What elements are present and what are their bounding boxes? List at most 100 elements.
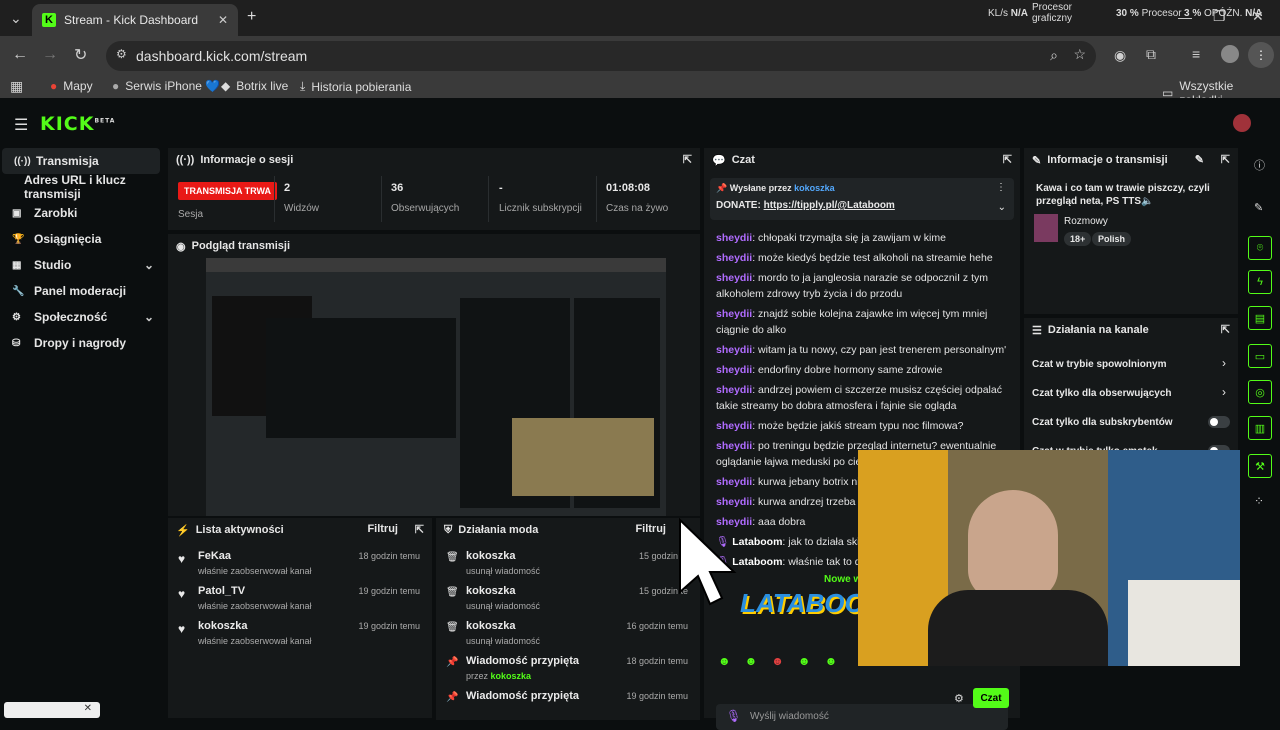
chat-input[interactable]: 🎙 Wyślij wiadomość: [716, 704, 1008, 730]
pencil-icon[interactable]: ✎: [1254, 201, 1263, 214]
toggle-switch[interactable]: [1208, 416, 1230, 428]
mod-action-title: kokoszka: [466, 550, 516, 562]
stream-preview-video[interactable]: [206, 258, 666, 516]
popout-icon[interactable]: ⇱: [415, 523, 424, 536]
mod-action-by[interactable]: kokoszka: [491, 671, 532, 681]
new-tab-icon[interactable]: +: [247, 8, 256, 26]
shield-icon: ⛨: [444, 523, 453, 536]
sidebar-item-2[interactable]: ▣ Zarobki: [0, 200, 166, 226]
profile-avatar[interactable]: [1221, 45, 1239, 63]
taskbar-thumbnail[interactable]: ✕: [4, 702, 100, 718]
maximize-icon[interactable]: ❐: [1213, 8, 1226, 25]
chat-username[interactable]: sheydii: [716, 308, 752, 320]
unpin-icon[interactable]: ⋮: [996, 182, 1006, 193]
close-icon[interactable]: ✕: [84, 703, 92, 714]
popout-icon[interactable]: ⇱: [1221, 153, 1230, 166]
pinned-message[interactable]: 📌 Wysłane przez kokoszka DONATE: https:/…: [710, 178, 1014, 220]
quick-action-doc-icon[interactable]: ▤: [1248, 306, 1272, 330]
chevron-down-icon[interactable]: ⌄: [998, 202, 1006, 213]
chat-username[interactable]: sheydii: [716, 232, 752, 244]
add-widget-icon[interactable]: ⁘: [1254, 494, 1264, 508]
chevron-down-icon[interactable]: ⌄: [144, 310, 154, 324]
extensions-puzzle-icon[interactable]: ⧉: [1146, 46, 1156, 63]
sidebar-item-0[interactable]: ((·)) Transmisja: [2, 148, 160, 174]
activity-user[interactable]: Patol_TV: [198, 585, 245, 597]
chevron-right-icon[interactable]: ›: [1222, 385, 1226, 399]
kick-logo[interactable]: KICKBETA: [40, 113, 115, 135]
mod-action-time: 16 godzin temu: [626, 621, 688, 631]
chat-username[interactable]: sheydii: [716, 496, 752, 508]
window-close-icon[interactable]: ✕: [1252, 8, 1264, 25]
chat-username[interactable]: sheydii: [716, 440, 752, 452]
pinned-link[interactable]: https://tipply.pl/@Lataboom: [764, 200, 895, 211]
info-icon[interactable]: ⓘ: [1254, 157, 1265, 173]
channel-action-row[interactable]: Czat tylko dla obserwujących ›: [1032, 385, 1230, 405]
zoom-icon[interactable]: ⌕: [1050, 47, 1058, 64]
channel-action-row[interactable]: Czat tylko dla subskrybentów: [1032, 414, 1230, 434]
quick-action-camera-icon[interactable]: ⌾: [1248, 236, 1272, 260]
sys-cpu: 30 % Procesor: [1116, 8, 1182, 19]
emote-icon[interactable]: ☻: [745, 654, 758, 676]
edit-icon[interactable]: ✎: [1195, 153, 1204, 166]
stream-info-panel: ✎ Informacje o transmisji ✎ ⇱ Kawa i co tam…: [1024, 148, 1238, 314]
sidebar-item-4[interactable]: ▦ Studio ⌄: [0, 252, 166, 278]
browser-tab[interactable]: K Stream - Kick Dashboard ✕: [32, 4, 238, 36]
chat-settings-icon[interactable]: ⚙: [954, 692, 964, 705]
browser-menu-icon[interactable]: ⋮: [1248, 42, 1274, 68]
emote-icon[interactable]: ☻: [798, 654, 811, 676]
activity-filter-button[interactable]: Filtruj: [367, 523, 398, 535]
chat-username[interactable]: sheydii: [716, 364, 752, 376]
forward-icon[interactable]: →: [42, 46, 58, 64]
chevron-right-icon[interactable]: ›: [1222, 356, 1226, 370]
emote-icon[interactable]: ☻: [771, 654, 784, 676]
popout-icon[interactable]: ⇱: [1221, 323, 1230, 336]
chat-username[interactable]: sheydii: [716, 384, 752, 396]
activity-desc: właśnie zaobserwował kanał: [198, 566, 312, 576]
quick-action-wrench-icon[interactable]: ⚒: [1248, 454, 1272, 478]
apps-grid-icon[interactable]: ▦: [10, 78, 23, 95]
chat-username[interactable]: sheydii: [716, 272, 752, 284]
reload-icon[interactable]: ↻: [74, 45, 87, 65]
quick-action-lightning-icon[interactable]: ϟ: [1248, 270, 1272, 294]
bookmark-mapy[interactable]: ● Mapy: [50, 79, 93, 93]
sidebar-item-1[interactable]: Adres URL i klucz transmisji: [0, 173, 166, 201]
site-info-icon[interactable]: ⚙: [116, 47, 127, 61]
popout-icon[interactable]: ⇱: [683, 153, 692, 166]
send-chat-button[interactable]: Czat: [973, 688, 1009, 708]
sidebar-item-3[interactable]: 🏆 Osiągnięcia: [0, 226, 166, 252]
bookmark-botrix[interactable]: ◆ Botrix live: [221, 79, 288, 93]
extension-ext-icon[interactable]: ◉: [1114, 47, 1126, 64]
new-messages-indicator[interactable]: Nowe w: [824, 574, 861, 585]
media-icon[interactable]: ≡: [1192, 46, 1200, 62]
channel-action-row[interactable]: Czat w trybie spowolnionym ›: [1032, 356, 1230, 376]
address-bar[interactable]: ⚙ dashboard.kick.com/stream ⌕ ☆: [106, 41, 1096, 71]
user-avatar[interactable]: [1233, 114, 1251, 132]
quick-action-broadcast-icon[interactable]: ◎: [1248, 380, 1272, 404]
chevron-down-icon[interactable]: ⌄: [144, 258, 154, 272]
bookmark-star-icon[interactable]: ☆: [1073, 46, 1086, 63]
chat-username[interactable]: sheydii: [716, 344, 752, 356]
minimize-icon[interactable]: —: [1178, 9, 1192, 25]
quick-action-list-icon[interactable]: ▥: [1248, 416, 1272, 440]
activity-user[interactable]: FeKaa: [198, 550, 231, 562]
sidebar-item-7[interactable]: ⛁ Dropy i nagrody: [0, 330, 166, 356]
back-icon[interactable]: ←: [12, 46, 28, 64]
chat-username[interactable]: sheydii: [716, 420, 752, 432]
mod-action-desc: przez: [466, 671, 489, 681]
mod-filter-button[interactable]: Filtruj: [635, 523, 666, 535]
popout-icon[interactable]: ⇱: [1003, 153, 1012, 166]
chat-username[interactable]: sheydii: [716, 476, 752, 488]
sidebar-item-6[interactable]: ⚙ Społeczność ⌄: [0, 304, 166, 330]
category-thumbnail: [1034, 214, 1058, 242]
bookmark-serwis-iphone[interactable]: ● Serwis iPhone 💙: [112, 79, 220, 93]
bookmark-historia[interactable]: ⤓ Historia pobierania: [300, 79, 411, 94]
hamburger-menu-icon[interactable]: ☰: [14, 115, 28, 135]
emote-icon[interactable]: ☻: [718, 654, 731, 676]
emote-icon[interactable]: ☻: [825, 654, 838, 676]
tab-list-icon[interactable]: ⌄: [10, 10, 22, 27]
close-tab-icon[interactable]: ✕: [218, 13, 228, 27]
sidebar-item-5[interactable]: 🔧 Panel moderacji: [0, 278, 166, 304]
quick-action-chat-icon[interactable]: ▭: [1248, 344, 1272, 368]
activity-user[interactable]: kokoszka: [198, 620, 248, 632]
chat-username[interactable]: sheydii: [716, 252, 752, 264]
